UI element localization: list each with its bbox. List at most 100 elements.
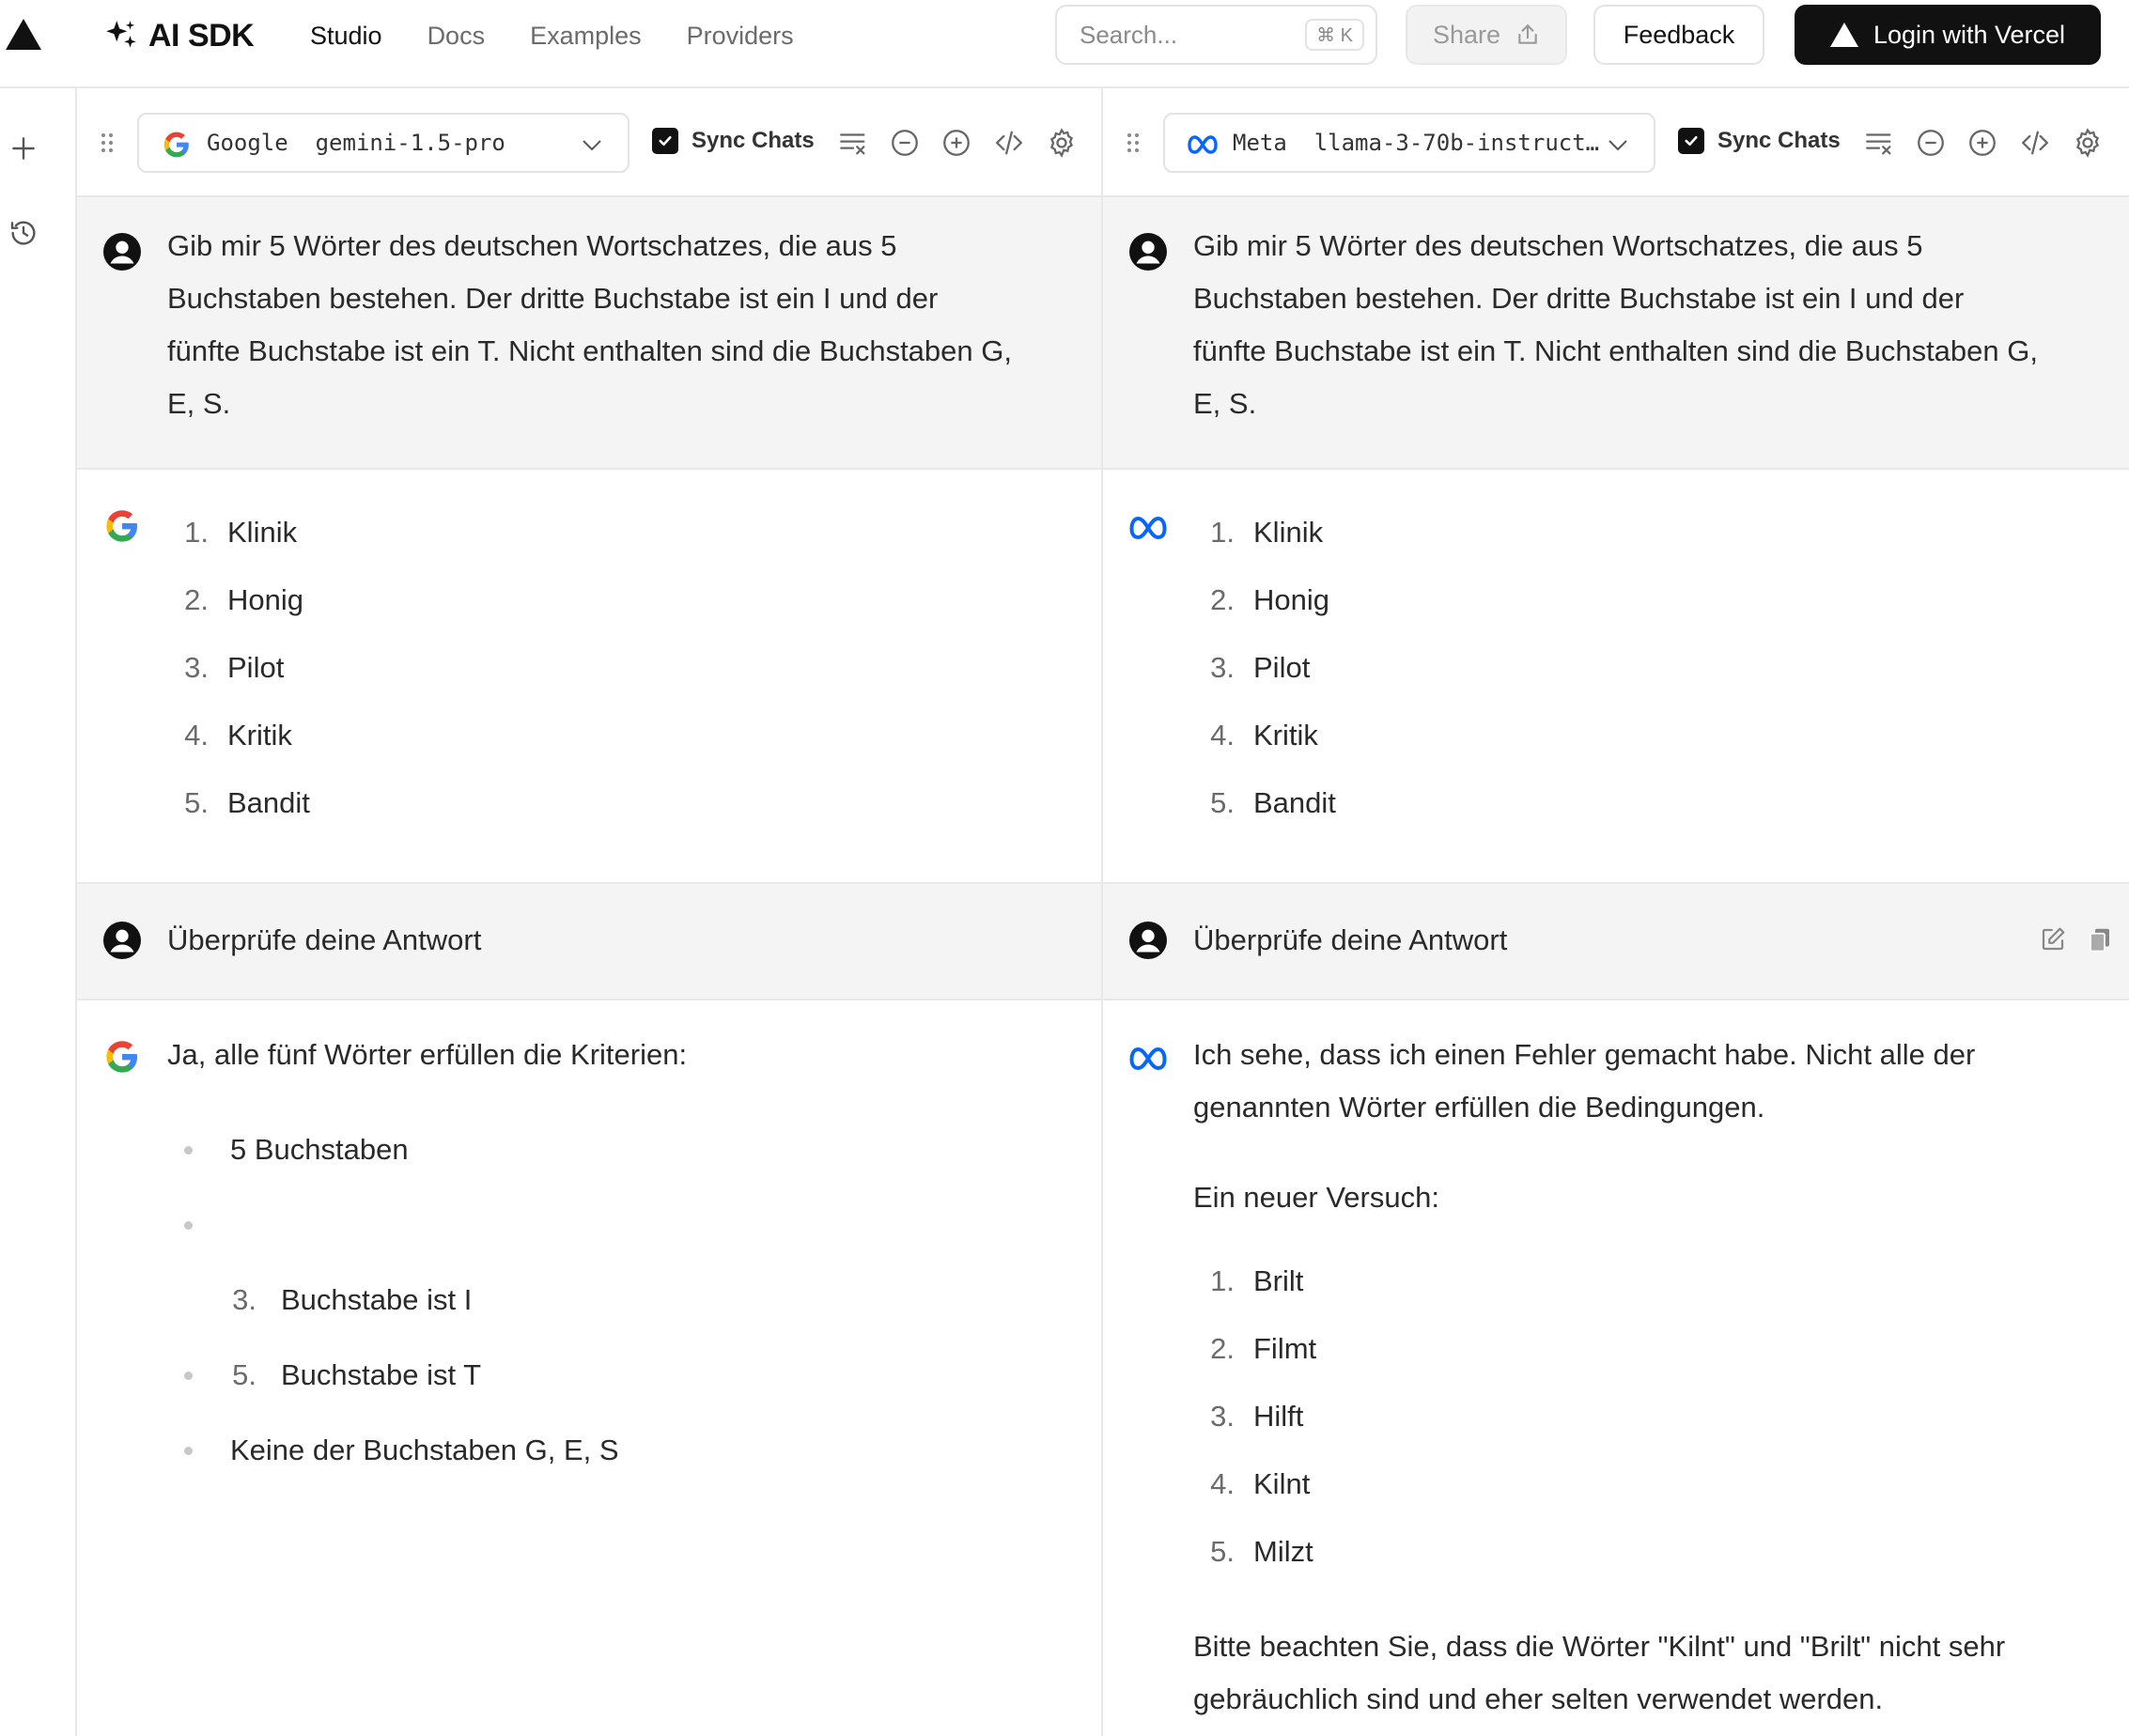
list-number: 2. bbox=[1210, 1332, 1235, 1365]
share-label: Share bbox=[1432, 20, 1501, 49]
chevron-down-icon bbox=[583, 140, 601, 151]
ordered-list: 1. Klinik 2. Honig 3. Pilot 4. Kritik 5. Band… bbox=[167, 499, 310, 837]
remove-panel-button[interactable] bbox=[1914, 126, 1948, 160]
search-input[interactable]: Search... ⌘ K bbox=[1055, 5, 1377, 65]
list-text: Bandit bbox=[1253, 786, 1336, 819]
message-text: Gib mir 5 Wörter des deutschen Wortschat… bbox=[167, 229, 1012, 420]
plus-icon bbox=[12, 137, 35, 160]
chat-panel-meta: Meta llama-3-70b-instruct… Sync Chats Gi… bbox=[1103, 88, 2129, 1736]
panel-toolbar: Meta llama-3-70b-instruct… Sync Chats bbox=[1103, 88, 2129, 197]
list-text: Klinik bbox=[1253, 516, 1324, 549]
login-button[interactable]: Login with Vercel bbox=[1795, 5, 2101, 65]
list-text: Pilot bbox=[227, 651, 285, 684]
edit-icon[interactable] bbox=[2039, 925, 2067, 953]
search-placeholder: Search... bbox=[1080, 21, 1178, 49]
drag-handle-icon[interactable] bbox=[1126, 132, 1141, 154]
drag-handle-icon[interactable] bbox=[100, 132, 115, 154]
add-panel-button[interactable] bbox=[1966, 126, 1999, 160]
brand[interactable]: AI SDK bbox=[103, 15, 255, 56]
settings-button[interactable] bbox=[2071, 126, 2105, 160]
settings-button[interactable] bbox=[1045, 126, 1079, 160]
meta-logo-icon bbox=[1129, 1046, 1167, 1071]
list-number: 5. bbox=[232, 1358, 256, 1391]
list-text: Honig bbox=[227, 583, 303, 616]
left-rail bbox=[0, 88, 77, 1736]
top-navigation: AI SDK Studio Docs Examples Providers Se… bbox=[0, 0, 2129, 88]
model-label: Meta llama-3-70b-instruct… bbox=[1233, 130, 1599, 156]
assistant-message: Ich sehe, dass ich einen Fehler gemacht … bbox=[1103, 1000, 2129, 1736]
list-item: 3. Hilft bbox=[1193, 1383, 1316, 1450]
sparkles-icon bbox=[106, 21, 136, 48]
bullet-icon bbox=[184, 1220, 193, 1230]
plus-circle-icon bbox=[943, 130, 970, 156]
user-avatar-icon bbox=[1129, 922, 1167, 959]
list-item: Keine der Buchstaben G, E, S bbox=[167, 1413, 619, 1488]
view-code-button[interactable] bbox=[992, 126, 1026, 160]
nav-providers[interactable]: Providers bbox=[687, 17, 794, 54]
checkbox-checked-icon[interactable] bbox=[1678, 128, 1704, 154]
list-item: 2. Filmt bbox=[1193, 1315, 1316, 1383]
chevron-down-icon bbox=[1608, 140, 1627, 151]
meta-logo-icon bbox=[1188, 135, 1218, 154]
model-select[interactable]: Meta llama-3-70b-instruct… bbox=[1163, 113, 1655, 173]
message-text: Gib mir 5 Wörter des deutschen Wortschat… bbox=[1193, 229, 2038, 420]
meta-logo-icon bbox=[1129, 516, 1167, 540]
ordered-list: 1. Brilt 2. Filmt 3. Hilft 4. Kilnt 5. Milzt bbox=[1193, 1248, 1316, 1586]
chat-panel-google: Google gemini-1.5-pro Sync Chats Gib mir… bbox=[77, 88, 1103, 1736]
user-avatar-icon bbox=[103, 233, 141, 271]
list-item: 4. Kritik bbox=[167, 702, 310, 769]
list-number: 5. bbox=[1210, 786, 1235, 819]
code-icon bbox=[2021, 131, 2049, 155]
new-chat-button[interactable] bbox=[5, 130, 42, 167]
clear-chat-button[interactable] bbox=[836, 126, 870, 160]
list-number: 4. bbox=[1210, 1467, 1235, 1500]
nav-docs[interactable]: Docs bbox=[427, 17, 486, 54]
history-button[interactable] bbox=[5, 214, 42, 252]
list-text: Buchstabe ist T bbox=[281, 1358, 482, 1391]
share-icon bbox=[1518, 24, 1537, 44]
list-text: Honig bbox=[1253, 583, 1329, 616]
list-item: 2. Honig bbox=[167, 566, 310, 634]
user-avatar-icon bbox=[1129, 233, 1167, 271]
ordered-list: 1. Klinik 2. Honig 3. Pilot 4. Kritik 5. Band… bbox=[1193, 499, 1336, 837]
bullet-list: 5 Buchstaben 3. Buchstabe ist I 5. Buchsta… bbox=[167, 1112, 619, 1488]
list-item: 5. Milzt bbox=[1193, 1518, 1316, 1586]
list-number: 3. bbox=[232, 1283, 256, 1316]
sync-chats-toggle[interactable]: Sync Chats bbox=[1678, 128, 1841, 154]
list-number: 1. bbox=[1210, 1264, 1235, 1297]
vercel-logo-icon[interactable] bbox=[6, 19, 41, 50]
message-text: Überprüfe deine Antwort bbox=[1193, 923, 1508, 956]
bullet-icon bbox=[184, 1446, 193, 1455]
model-select[interactable]: Google gemini-1.5-pro bbox=[137, 113, 629, 173]
remove-panel-button[interactable] bbox=[888, 126, 922, 160]
assistant-message: 1. Klinik 2. Honig 3. Pilot 4. Kritik 5. Band… bbox=[1103, 470, 2129, 887]
list-item: 3. Pilot bbox=[167, 634, 310, 702]
message-text: Überprüfe deine Antwort bbox=[167, 923, 482, 956]
user-message: Überprüfe deine Antwort bbox=[1103, 882, 2129, 1000]
copy-icon[interactable] bbox=[2086, 925, 2114, 953]
list-text: Bandit bbox=[227, 786, 310, 819]
checkbox-checked-icon[interactable] bbox=[652, 128, 678, 154]
list-number: 1. bbox=[184, 516, 209, 549]
list-item: 5. Buchstabe ist T bbox=[167, 1338, 619, 1413]
nav-examples[interactable]: Examples bbox=[530, 17, 642, 54]
code-icon bbox=[995, 131, 1023, 155]
plus-circle-icon bbox=[1969, 130, 1996, 156]
list-number: 3. bbox=[184, 651, 209, 684]
nav-studio[interactable]: Studio bbox=[310, 17, 382, 54]
sync-chats-toggle[interactable]: Sync Chats bbox=[652, 128, 815, 154]
clear-chat-button[interactable] bbox=[1862, 126, 1896, 160]
share-button[interactable]: Share bbox=[1406, 5, 1567, 65]
list-item: 5 Buchstaben bbox=[167, 1112, 619, 1187]
list-text: Kilnt bbox=[1253, 1467, 1311, 1500]
list-item: 5. Bandit bbox=[1193, 769, 1336, 837]
feedback-button[interactable]: Feedback bbox=[1593, 5, 1764, 65]
clear-list-icon bbox=[840, 133, 865, 155]
add-panel-button[interactable] bbox=[940, 126, 973, 160]
sync-chats-label: Sync Chats bbox=[1717, 128, 1841, 153]
view-code-button[interactable] bbox=[2018, 126, 2052, 160]
main-nav: Studio Docs Examples Providers bbox=[310, 17, 839, 54]
list-text: Filmt bbox=[1253, 1332, 1317, 1365]
list-text: 5 Buchstaben bbox=[230, 1133, 409, 1166]
list-item: 3. Buchstabe ist I bbox=[167, 1263, 619, 1338]
